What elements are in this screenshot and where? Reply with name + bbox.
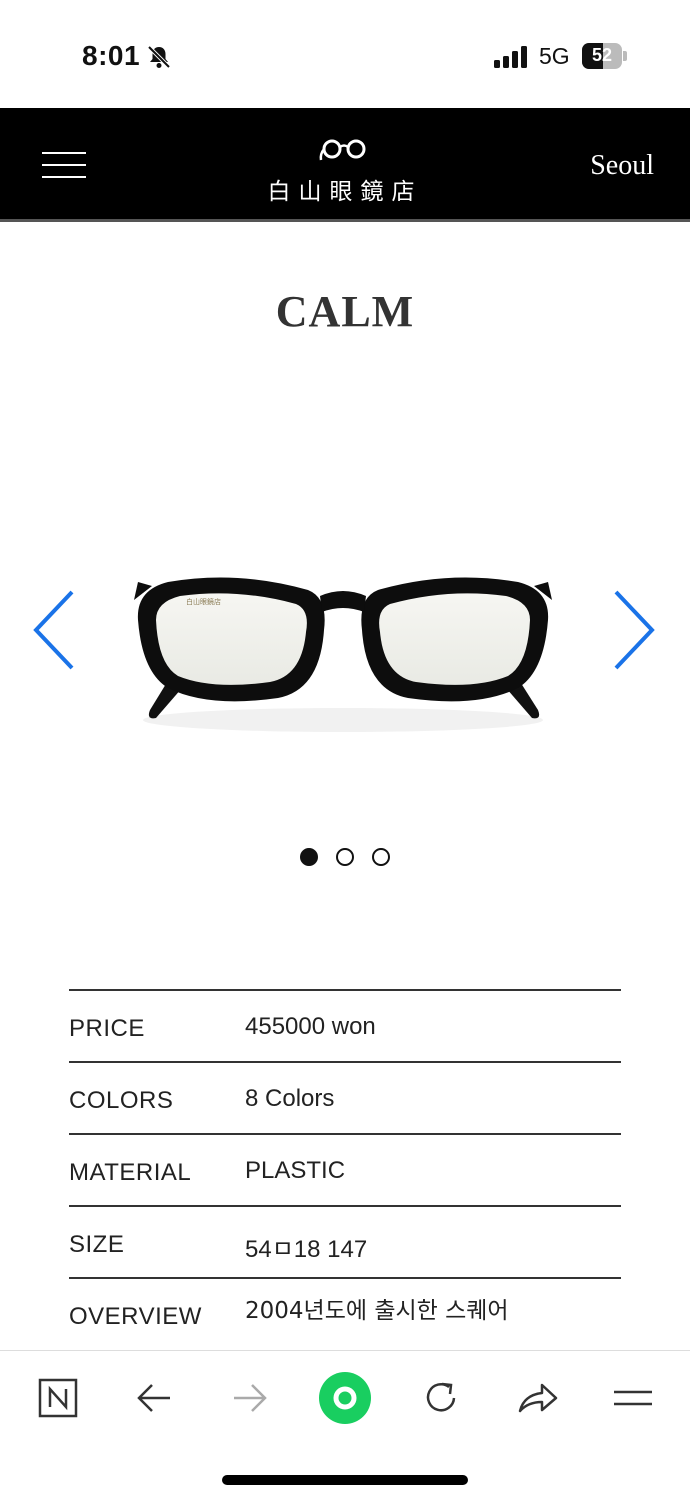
signal-bars-icon <box>494 46 527 68</box>
logo-text: 白山眼鏡店 <box>267 179 423 205</box>
spec-value: PLASTIC <box>245 1157 346 1184</box>
status-time: 8:01 <box>82 40 141 71</box>
spec-value: 2004년도에 출시한 스퀘어 <box>245 1298 509 1324</box>
product-title: CALM <box>275 287 415 336</box>
naver-n-icon[interactable] <box>35 1373 85 1423</box>
spec-row-size: SIZE 54ㅁ18 147 <box>69 1207 621 1279</box>
spec-row-colors: COLORS 8 Colors <box>69 1063 621 1135</box>
menu-icon[interactable] <box>608 1373 658 1423</box>
chevron-right-icon[interactable] <box>612 590 656 670</box>
back-arrow-icon[interactable] <box>130 1373 180 1423</box>
bell-slash-icon <box>147 45 171 69</box>
spec-value: 455000 won <box>245 1013 376 1040</box>
spec-value: 8 Colors <box>245 1085 335 1112</box>
home-indicator <box>222 1475 468 1485</box>
carousel-dot[interactable] <box>300 848 318 866</box>
battery-icon: 52 <box>582 43 628 69</box>
reload-icon[interactable] <box>416 1373 466 1423</box>
carousel-pagination <box>300 848 394 868</box>
product-image-glasses: 白山眼鏡店 <box>134 577 552 732</box>
status-bar: 8:01 5G 52 <box>0 0 690 108</box>
forward-arrow-icon[interactable] <box>226 1373 276 1423</box>
spec-label: COLORS <box>69 1087 174 1114</box>
spec-label: SIZE <box>69 1231 125 1258</box>
spec-label: OVERVIEW <box>69 1303 202 1330</box>
city-link[interactable]: Seoul <box>590 150 654 182</box>
spec-row-material: MATERIAL PLASTIC <box>69 1135 621 1207</box>
svg-text:白山眼鏡店: 白山眼鏡店 <box>186 597 221 606</box>
spec-table: PRICE 455000 won COLORS 8 Colors MATERIA… <box>69 989 621 1379</box>
spec-label: MATERIAL <box>69 1159 192 1186</box>
carousel-dot[interactable] <box>372 848 390 866</box>
battery-percent: 52 <box>591 45 613 65</box>
site-header: 白山眼鏡店 Seoul <box>0 108 690 222</box>
glasses-logo-icon <box>319 139 366 161</box>
site-logo[interactable]: 白山眼鏡店 <box>245 130 445 210</box>
chevron-left-icon[interactable] <box>32 590 76 670</box>
spec-value: 54ㅁ18 147 <box>245 1236 368 1263</box>
product-carousel: 白山眼鏡店 <box>0 520 690 740</box>
carousel-dot[interactable] <box>336 848 354 866</box>
hamburger-menu-icon[interactable] <box>42 152 86 178</box>
spec-row-price: PRICE 455000 won <box>69 991 621 1063</box>
green-home-icon[interactable] <box>318 1371 372 1425</box>
spec-label: PRICE <box>69 1015 145 1042</box>
network-type: 5G <box>539 43 570 69</box>
share-icon[interactable] <box>512 1373 562 1423</box>
